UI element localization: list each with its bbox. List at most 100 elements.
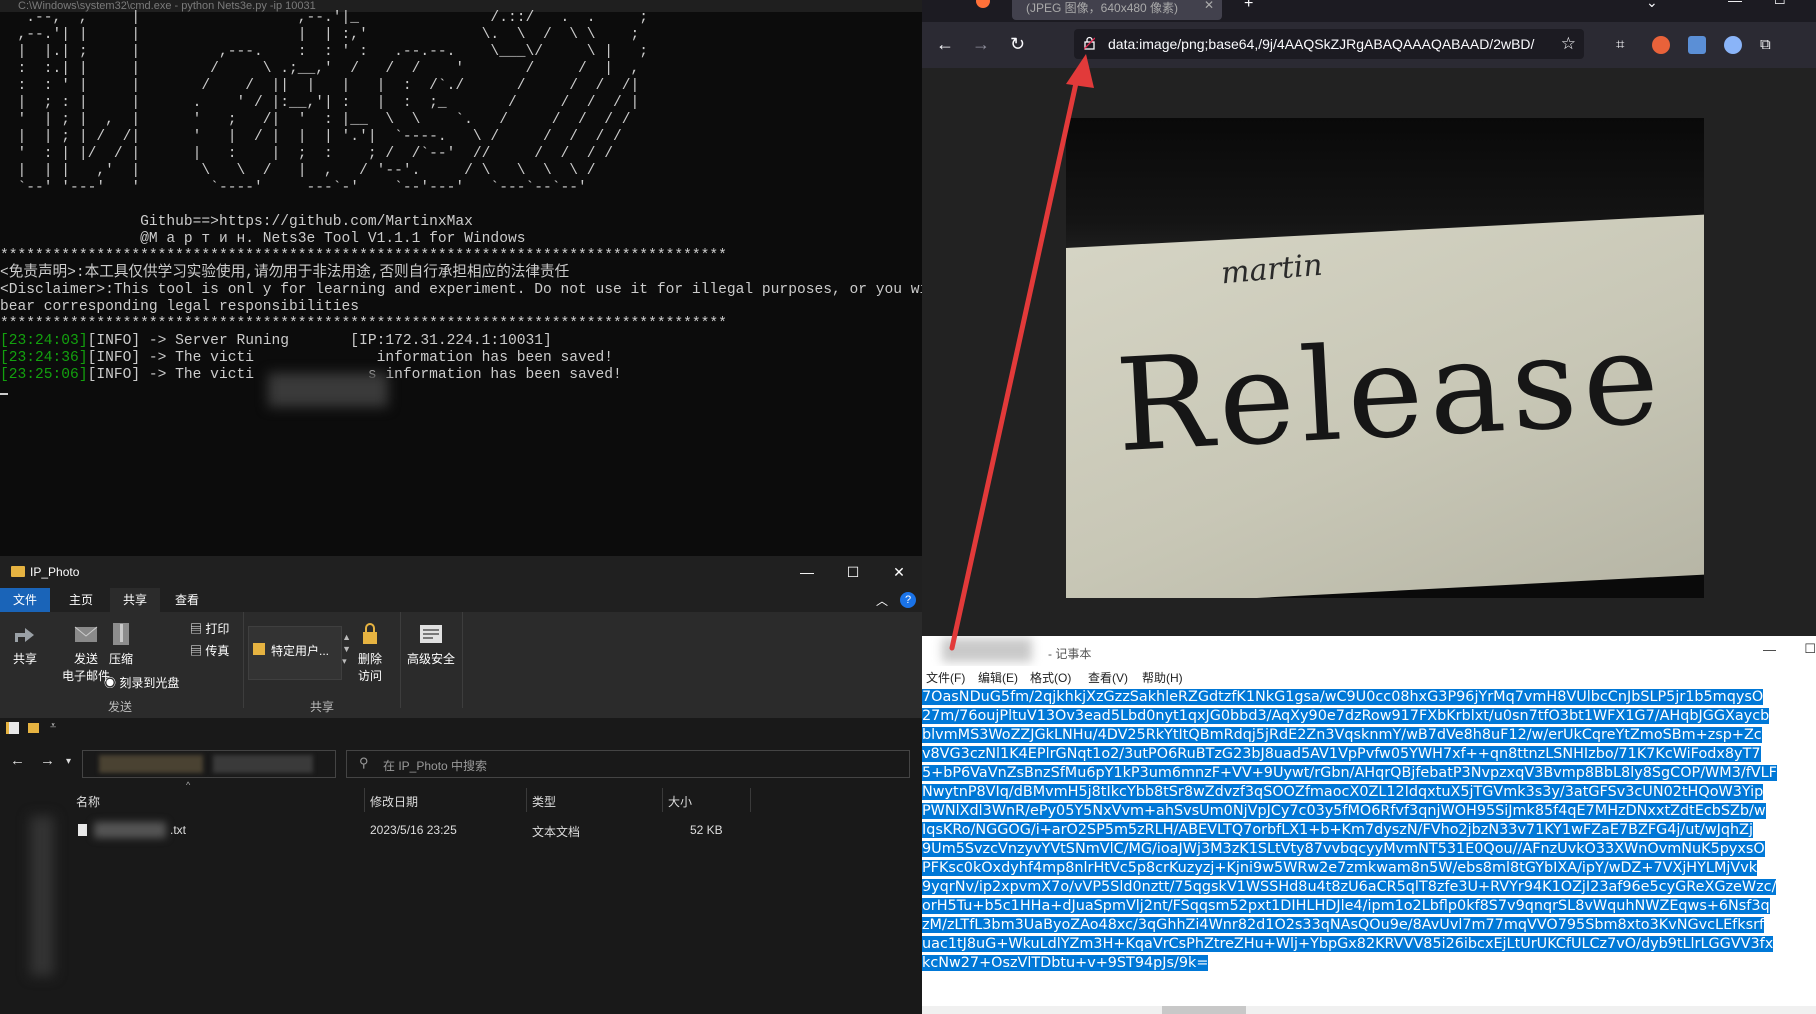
forward-arrow-icon[interactable]: → (40, 752, 55, 769)
list-all-tabs-icon[interactable]: ⌄ (1646, 0, 1658, 11)
forward-arrow-icon[interactable]: → (972, 34, 990, 55)
recent-locations-icon[interactable]: ▾ (66, 756, 71, 767)
menu-help[interactable]: 帮助(H) (1142, 669, 1183, 686)
extensions-puzzle-icon[interactable]: ⧉ (1760, 36, 1778, 54)
column-modified[interactable]: 修改日期 (370, 793, 418, 810)
redaction-blur (213, 755, 313, 773)
column-divider (662, 788, 663, 812)
selected-text-line: orH5Tu+b5c1HHa+dJuaSpmVlj2nt/FSqqsm52pxt… (922, 898, 1770, 914)
fax-icon: ▤ (190, 644, 206, 658)
close-button[interactable]: ✕ (876, 556, 922, 588)
properties-icon[interactable] (6, 722, 19, 734)
address-bar[interactable]: ⌄ ↻ (82, 750, 405, 778)
ribbon: 共享 发送 电子邮件 压缩 ▤ 打印 ▤ 传真 ◉ 刻录到光盘 发送 特定用户.… (0, 612, 922, 719)
column-type[interactable]: 类型 (532, 793, 556, 810)
redaction-blur (268, 373, 388, 407)
fax-button[interactable]: ▤ 传真 (190, 642, 229, 659)
share-button[interactable]: 共享 (8, 622, 42, 667)
url-bar[interactable]: data:image/png;base64,/9j/4AAQSkZJRgABAQ… (1074, 29, 1584, 59)
scroll-arrows-icon[interactable]: ▲ ▼ ▾ (342, 631, 351, 667)
explorer-titlebar: IP_Photo — ☐ ✕ (0, 556, 922, 588)
scrollbar-thumb[interactable] (1162, 1006, 1246, 1014)
minimize-button[interactable]: — (784, 556, 830, 588)
selected-text-line: 27m/76oujPltuV13Ov3ead5Lbd0nyt1qxJG0bbd3… (922, 708, 1770, 724)
terminal-cursor (0, 393, 8, 395)
disclaimer-en-1: <Disclaimer>:This tool is onl y for lear… (0, 282, 922, 298)
ribbon-separator (243, 612, 244, 708)
selected-text-line: kcNw27+OszVlTDbtu+v+9ST94pJs/9k= (922, 955, 1209, 971)
search-icon: ⚲ (359, 755, 369, 770)
column-name[interactable]: 名称 (76, 793, 100, 810)
burn-disc-button[interactable]: ◉ 刻录到光盘 (104, 674, 179, 691)
maximize-browser-icon[interactable]: ☐ (1774, 0, 1786, 8)
column-size[interactable]: 大小 (668, 793, 692, 810)
minimize-notepad-icon[interactable]: — (1763, 642, 1776, 657)
notepad-titlebar: - 记事本 — ☐ (922, 636, 1816, 666)
file-explorer-window[interactable]: IP_Photo — ☐ ✕ 文件 主页 共享 查看 ︿ ? 共享 发送 电子邮… (0, 556, 922, 1014)
menu-view[interactable]: 查看(V) (1088, 669, 1128, 686)
terminal-window[interactable]: C:\Windows\system32\cmd.exe - python Net… (0, 0, 922, 556)
file-row[interactable]: .txt 2023/5/16 23:25 文本文档 52 KB (58, 822, 922, 842)
screenshot-icon[interactable]: ⌗ (1616, 36, 1634, 54)
customize-toolbar-icon[interactable]: ⩡ (50, 720, 56, 733)
back-arrow-icon[interactable]: ← (936, 34, 954, 55)
back-arrow-icon[interactable]: ← (10, 752, 25, 769)
captured-photo: martin Release (1066, 118, 1704, 598)
specific-users-box[interactable]: 特定用户... ▲ ▼ ▾ (248, 626, 351, 680)
maximize-button[interactable]: ☐ (830, 556, 876, 588)
collapse-ribbon-icon[interactable]: ︿ (876, 592, 888, 609)
extension-fox-icon[interactable] (1652, 36, 1670, 54)
horizontal-scrollbar[interactable] (922, 1006, 1816, 1014)
stars-line: ****************************************… (0, 248, 727, 264)
log-timestamp: [23:24:03] (0, 333, 88, 349)
log-message: [INFO] -> The victi information has been… (87, 350, 614, 366)
selected-text-line: PWNlXdl3WnR/ePy05Y5NxVvm+ahSvsUm0NjVpJCy… (922, 803, 1766, 819)
folder-icon (11, 566, 25, 577)
menu-file[interactable]: 文件(F) (926, 669, 965, 686)
zip-icon (113, 623, 129, 645)
selected-text-line: 7OasNDuG5fm/2qjkhkjXzGzzSakhleRZGdtzfK1N… (922, 689, 1764, 705)
reload-icon[interactable]: ↻ (1010, 34, 1025, 55)
remove-access-button[interactable]: 删除 访问 (352, 622, 388, 684)
help-icon[interactable]: ? (900, 592, 916, 608)
file-modified: 2023/5/16 23:25 (370, 823, 457, 837)
menu-edit[interactable]: 编辑(E) (978, 669, 1018, 686)
email-icon (74, 626, 98, 642)
users-icon (253, 643, 265, 655)
notepad-window[interactable]: - 记事本 — ☐ 文件(F) 编辑(E) 格式(O) 查看(V) 帮助(H) … (922, 636, 1816, 1014)
browser-tab[interactable]: (JPEG 图像，640x480 像素) ✕ (1012, 0, 1222, 20)
navigation-pane[interactable] (0, 786, 56, 1014)
disc-icon: ◉ (104, 676, 120, 690)
advanced-security-button[interactable]: 高级安全 (404, 622, 458, 667)
extension-spy-icon[interactable] (1724, 36, 1742, 54)
new-tab-icon[interactable]: + (1244, 0, 1253, 13)
ribbon-separator (400, 612, 401, 708)
url-text[interactable]: data:image/png;base64,/9j/4AAQSkZJRgABAQ… (1108, 36, 1534, 52)
bookmark-star-icon[interactable]: ☆ (1561, 34, 1576, 54)
zip-button[interactable]: 压缩 (104, 622, 138, 667)
selected-text-line: uac1tJ8uG+WkuLdlYZm3H+KqaVrCsPhZtreZHu+W… (922, 936, 1774, 952)
notepad-text-area[interactable]: 7OasNDuG5fm/2qjkhkjXzGzzSakhleRZGdtzfK1N… (922, 688, 1816, 973)
menu-format[interactable]: 格式(O) (1030, 669, 1071, 686)
maximize-notepad-icon[interactable]: ☐ (1804, 641, 1816, 657)
redaction-blur (99, 755, 203, 773)
selected-text-line: 9yqrNv/ip2xpvmX7o/vVP5Sld0nztt/75qgskV1W… (922, 879, 1777, 895)
print-button[interactable]: ▤ 打印 (190, 620, 229, 637)
handwritten-release: Release (1112, 303, 1669, 482)
disclaimer-cn: <免责声明>:本工具仅供学习实验使用,请勿用于非法用途,否则自行承担相应的法律责… (0, 265, 570, 281)
search-input[interactable]: ⚲ 在 IP_Photo 中搜索 (346, 750, 910, 778)
extension-translate-icon[interactable] (1688, 36, 1706, 54)
lock-icon[interactable] (1084, 36, 1095, 50)
tab-title: (JPEG 图像，640x480 像素) (1026, 1, 1179, 15)
tab-view[interactable]: 查看 (162, 588, 212, 612)
minimize-browser-icon[interactable]: — (1728, 0, 1742, 8)
new-folder-icon[interactable] (28, 723, 39, 733)
group-label-send: 发送 (108, 700, 133, 714)
group-label-share: 共享 (310, 700, 335, 714)
tab-strip: (JPEG 图像，640x480 像素) ✕ + ⌄ — ☐ (922, 0, 1816, 22)
close-tab-icon[interactable]: ✕ (1204, 0, 1214, 12)
tab-share[interactable]: 共享 (110, 588, 161, 612)
tab-file[interactable]: 文件 (0, 588, 51, 612)
browser-window[interactable]: (JPEG 图像，640x480 像素) ✕ + ⌄ — ☐ ← → ↻ dat… (922, 0, 1816, 636)
tab-home[interactable]: 主页 (56, 588, 106, 612)
